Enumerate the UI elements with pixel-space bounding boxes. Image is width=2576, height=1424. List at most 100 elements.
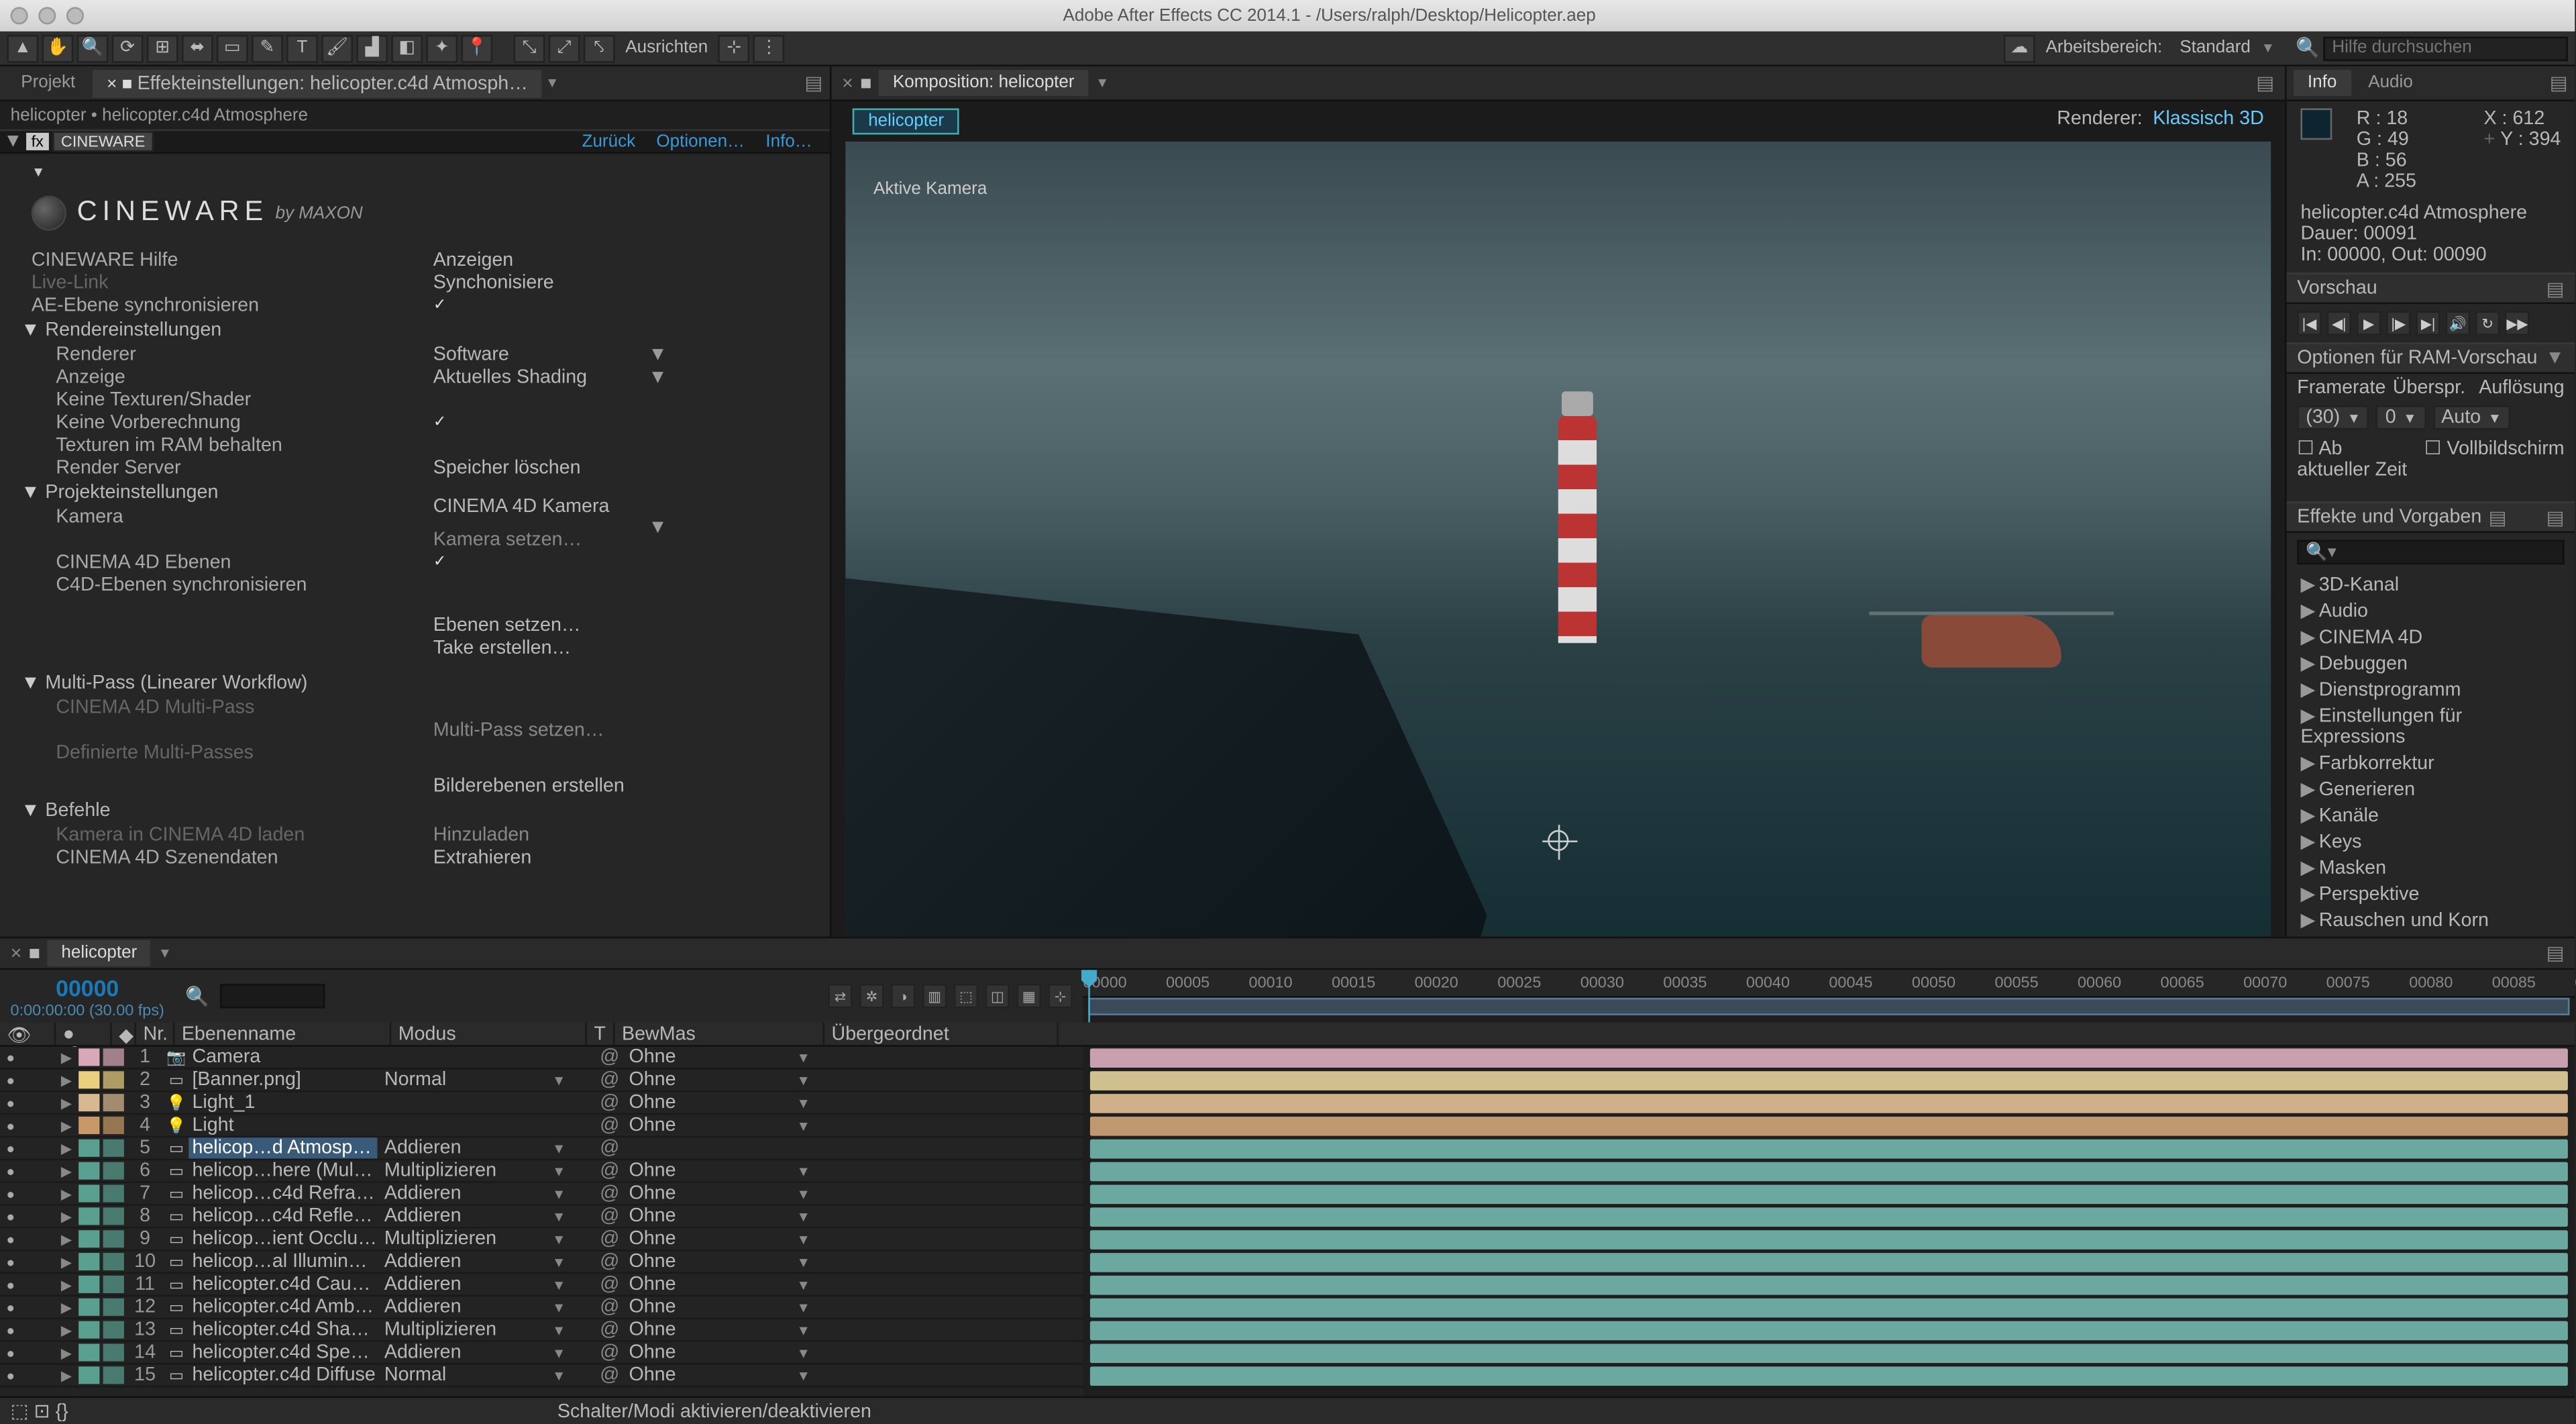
- preset-category[interactable]: ▶Einstellungen für Expressions: [2300, 703, 2561, 750]
- tab-project[interactable]: Projekt: [7, 70, 89, 96]
- label-color2[interactable]: [103, 1276, 124, 1293]
- help-search-input[interactable]: [2323, 36, 2568, 60]
- layer-name[interactable]: helicopter.c4d Caustics: [189, 1274, 377, 1294]
- preset-category[interactable]: ▶Farbkorrektur: [2300, 750, 2561, 776]
- panel-menu-icon[interactable]: ▤: [2550, 72, 2568, 95]
- panel-menu-icon[interactable]: ▤: [2546, 277, 2565, 300]
- mode-caret-icon[interactable]: ▼: [552, 1140, 570, 1156]
- selection-tool[interactable]: ▲: [7, 34, 38, 62]
- layer-name[interactable]: helicop…ient Occlusion: [189, 1229, 377, 1250]
- layer-row[interactable]: ●▶2▭[Banner.png]Normal▼@Ohne▼: [0, 1070, 1083, 1092]
- reload-button[interactable]: Hinzuladen: [433, 824, 678, 845]
- layer-duration-bar[interactable]: [1090, 1366, 2568, 1386]
- layer-duration-bar[interactable]: [1090, 1230, 2568, 1250]
- pickwhip-icon[interactable]: @: [598, 1319, 622, 1340]
- mode-caret-icon[interactable]: ▼: [552, 1254, 570, 1269]
- label-color2[interactable]: [103, 1343, 124, 1361]
- layer-name[interactable]: Light: [189, 1115, 377, 1135]
- blend-mode-dropdown[interactable]: Addieren: [377, 1183, 551, 1204]
- skip-dropdown[interactable]: 0▼: [2377, 405, 2426, 429]
- label-color[interactable]: [78, 1048, 99, 1066]
- cw-sync-layer[interactable]: AE-Ebene synchronisieren: [32, 295, 433, 315]
- expand-icon[interactable]: ▶: [56, 1276, 76, 1292]
- close-dot[interactable]: [11, 7, 28, 24]
- parent-dropdown[interactable]: Ohne: [622, 1183, 796, 1204]
- hand-tool[interactable]: ✋: [42, 34, 73, 62]
- layer-row[interactable]: ●▶14▭helicopter.c4d SpecularAddieren▼@Oh…: [0, 1342, 1083, 1365]
- blend-mode-dropdown[interactable]: Addieren: [377, 1342, 551, 1363]
- tl-caret-icon[interactable]: ▼: [158, 946, 172, 961]
- label-color2[interactable]: [103, 1185, 124, 1203]
- parent-caret-icon[interactable]: ▼: [796, 1254, 814, 1269]
- panel-menu-icon[interactable]: ▤: [2256, 72, 2274, 95]
- expand-icon[interactable]: ▶: [56, 1050, 76, 1065]
- multipass-header[interactable]: ▼Multi-Pass (Linearer Workflow): [0, 669, 830, 695]
- mode-caret-icon[interactable]: ▼: [552, 1186, 570, 1201]
- playhead[interactable]: [1088, 970, 1090, 1022]
- mode-caret-icon[interactable]: ▼: [552, 1231, 570, 1247]
- label-color[interactable]: [78, 1276, 99, 1293]
- parent-caret-icon[interactable]: ▼: [796, 1276, 814, 1292]
- label-color[interactable]: [78, 1071, 99, 1088]
- parent-dropdown[interactable]: Ohne: [622, 1319, 796, 1340]
- label-color2[interactable]: [103, 1162, 124, 1180]
- visibility-toggle[interactable]: ●: [0, 1072, 21, 1088]
- expand-icon[interactable]: ▶: [56, 1299, 76, 1315]
- pickwhip-icon[interactable]: @: [598, 1296, 622, 1317]
- pickwhip-icon[interactable]: @: [598, 1251, 622, 1272]
- layer-name[interactable]: helicopter.c4d Diffuse: [189, 1365, 377, 1386]
- clear-cache-button[interactable]: Speicher löschen: [433, 457, 678, 478]
- layer-name[interactable]: Light_1: [189, 1092, 377, 1113]
- effect-name[interactable]: CINEWARE: [52, 131, 154, 152]
- label-color[interactable]: [78, 1117, 99, 1134]
- panel-menu-icon[interactable]: ▤: [2546, 942, 2565, 965]
- layer-duration-bar[interactable]: [1090, 1139, 2568, 1159]
- sync-icon[interactable]: ☁: [2004, 34, 2035, 62]
- label-color[interactable]: [78, 1162, 99, 1180]
- prev-frame-button[interactable]: ◀|: [2327, 311, 2351, 336]
- parent-dropdown[interactable]: Ohne: [622, 1274, 796, 1294]
- play-button[interactable]: ▶: [2357, 311, 2381, 336]
- layer-row[interactable]: ●▶12▭helicopter.c4d AmbientAddieren▼@Ohn…: [0, 1296, 1083, 1319]
- workspace-value[interactable]: Standard: [2180, 38, 2251, 58]
- label-color2[interactable]: [103, 1048, 124, 1066]
- tl-snap-icon[interactable]: ⊹: [1048, 984, 1072, 1008]
- comp-caret-icon[interactable]: ▼: [1095, 75, 1110, 91]
- parent-caret-icon[interactable]: ▼: [796, 1072, 814, 1088]
- label-color[interactable]: [78, 1343, 99, 1361]
- parent-dropdown[interactable]: Ohne: [622, 1251, 796, 1272]
- link-options[interactable]: Optionen…: [656, 132, 745, 152]
- parent-caret-icon[interactable]: ▼: [796, 1050, 814, 1065]
- visibility-toggle[interactable]: ●: [0, 1345, 21, 1360]
- preset-category[interactable]: ▶CINEMA 4D: [2300, 624, 2561, 650]
- fx-badge[interactable]: fx: [26, 133, 49, 150]
- parent-caret-icon[interactable]: ▼: [796, 1345, 814, 1360]
- visibility-toggle[interactable]: ●: [0, 1231, 21, 1247]
- mode-caret-icon[interactable]: ▼: [552, 1345, 570, 1360]
- visibility-toggle[interactable]: ●: [0, 1322, 21, 1337]
- checkbox-icon[interactable]: ✓: [433, 413, 447, 432]
- extract-button[interactable]: Extrahieren: [433, 847, 678, 868]
- tl-opt4-icon[interactable]: ▥: [922, 984, 947, 1008]
- rotate-tool[interactable]: ⟳: [112, 34, 144, 62]
- axis-view[interactable]: ⤣: [584, 34, 615, 62]
- label-color2[interactable]: [103, 1230, 124, 1248]
- tl-graph-icon[interactable]: ▦: [1017, 984, 1041, 1008]
- layer-duration-bar[interactable]: [1090, 1185, 2568, 1205]
- layer-row[interactable]: ●▶11▭helicopter.c4d CausticsAddieren▼@Oh…: [0, 1274, 1083, 1296]
- layer-name[interactable]: helicop…al Illumination: [189, 1251, 377, 1272]
- layer-row[interactable]: ●▶10▭helicop…al IlluminationAddieren▼@Oh…: [0, 1251, 1083, 1274]
- layer-name[interactable]: helicopter.c4d Specular: [189, 1342, 377, 1363]
- timeline-ruler[interactable]: 0000000005000100001500020000250003000035…: [1083, 970, 2575, 1022]
- preset-category[interactable]: ▶Masken: [2300, 854, 2561, 880]
- label-color[interactable]: [78, 1094, 99, 1111]
- parent-caret-icon[interactable]: ▼: [796, 1117, 814, 1133]
- visibility-toggle[interactable]: ●: [0, 1117, 21, 1133]
- visibility-toggle[interactable]: ●: [0, 1276, 21, 1292]
- label-color2[interactable]: [103, 1139, 124, 1157]
- tab-caret-icon[interactable]: ▼: [545, 75, 559, 91]
- checkbox-icon[interactable]: ✓: [433, 295, 447, 315]
- parent-caret-icon[interactable]: ▼: [796, 1186, 814, 1201]
- audio-button[interactable]: 🔊: [2446, 311, 2470, 336]
- visibility-toggle[interactable]: ●: [0, 1209, 21, 1224]
